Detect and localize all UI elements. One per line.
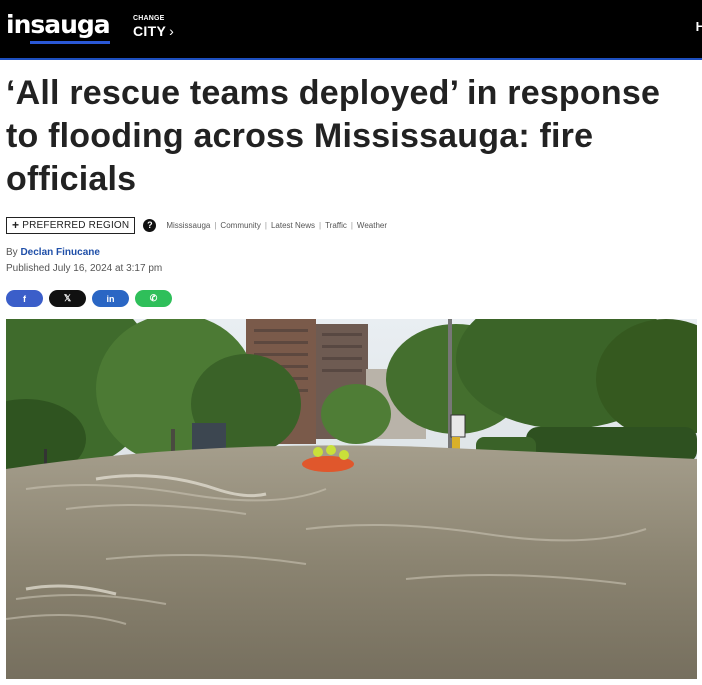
preferred-region-label: PREFERRED REGION [22, 219, 130, 231]
category-tags: Mississauga | Community | Latest News | … [166, 221, 387, 230]
tag-community[interactable]: Community [220, 221, 260, 230]
region-row: + PREFERRED REGION ? Mississauga | Commu… [6, 216, 387, 234]
facebook-icon: f [23, 293, 26, 304]
linkedin-icon: in [106, 293, 115, 304]
tag-separator: | [264, 220, 267, 230]
preferred-region-button[interactable]: + PREFERRED REGION [6, 216, 136, 234]
flood-photo-illustration [6, 319, 697, 679]
share-x-button[interactable]: 𝕏 [49, 290, 86, 307]
article-hero-image [6, 319, 697, 679]
site-header: insauga CHANGE CITY › H [0, 0, 702, 58]
share-whatsapp-button[interactable]: ✆ [135, 290, 172, 307]
x-icon: 𝕏 [63, 293, 72, 303]
chevron-right-icon: › [169, 23, 174, 39]
tag-separator: | [214, 220, 217, 230]
share-facebook-button[interactable]: f [6, 290, 43, 307]
whatsapp-icon: ✆ [149, 293, 158, 303]
header-menu-item-partial[interactable]: H [696, 19, 702, 34]
article-headline: ‘All rescue teams deployed’ in response … [6, 74, 661, 198]
published-date: Published July 16, 2024 at 3:17 pm [6, 263, 163, 274]
author-link[interactable]: Declan Finucane [20, 247, 99, 258]
help-icon[interactable]: ? [143, 218, 157, 232]
share-linkedin-button[interactable]: in [92, 290, 129, 307]
change-city-small-label: CHANGE [133, 15, 165, 22]
tag-weather[interactable]: Weather [357, 221, 387, 230]
change-city-label: CITY [133, 23, 167, 39]
tag-separator: | [318, 220, 322, 230]
change-city-button[interactable]: CHANGE CITY › [133, 15, 174, 40]
plus-icon: + [12, 218, 20, 232]
byline-prefix: By [6, 247, 18, 258]
logo-underline [30, 41, 110, 44]
tag-latest-news[interactable]: Latest News [271, 221, 315, 230]
share-buttons: f 𝕏 in ✆ [6, 290, 178, 307]
tag-separator: | [350, 220, 353, 230]
logo-text: insauga [6, 10, 111, 39]
byline: By Declan Finucane [6, 247, 100, 258]
header-divider [0, 58, 702, 60]
tag-traffic[interactable]: Traffic [325, 221, 347, 230]
tag-mississauga[interactable]: Mississauga [166, 221, 210, 230]
